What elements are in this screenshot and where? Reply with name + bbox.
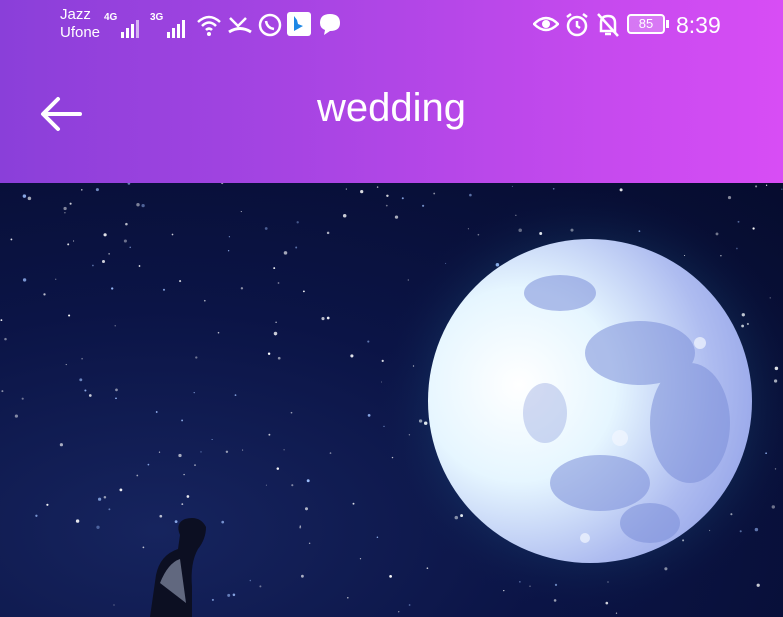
moon-illustration: [0, 183, 783, 617]
bell-off-icon: [597, 13, 619, 37]
page-title: wedding: [316, 86, 466, 130]
status-time: 8:39: [676, 12, 721, 38]
app-header: Jazz Ufone 4G 3G 85 8:39 wedding: [0, 0, 783, 183]
carrier-1: Jazz: [60, 6, 91, 23]
night-sky-moon-photo: [0, 183, 783, 617]
status-bar: Jazz Ufone 4G 3G 85 8:39: [0, 0, 783, 50]
carrier-2: Ufone: [60, 24, 101, 41]
bing-icon: [287, 12, 311, 36]
battery-level: 85: [638, 16, 654, 31]
whatsapp-icon: [258, 13, 282, 37]
chat-bubble-icon: [320, 14, 340, 35]
signal-2-icon: 3G: [150, 12, 186, 38]
eye-icon: [533, 16, 559, 32]
battery-icon: 85: [627, 14, 665, 34]
battery-tip: [666, 20, 669, 28]
missed-call-icon: [228, 17, 252, 34]
alarm-icon: [566, 13, 588, 37]
wifi-icon: [197, 15, 221, 36]
signal-1-icon: 4G: [104, 12, 140, 38]
network-2-label: 3G: [150, 12, 164, 23]
carrier-names: Jazz Ufone: [60, 6, 100, 42]
network-1-label: 4G: [104, 12, 118, 23]
